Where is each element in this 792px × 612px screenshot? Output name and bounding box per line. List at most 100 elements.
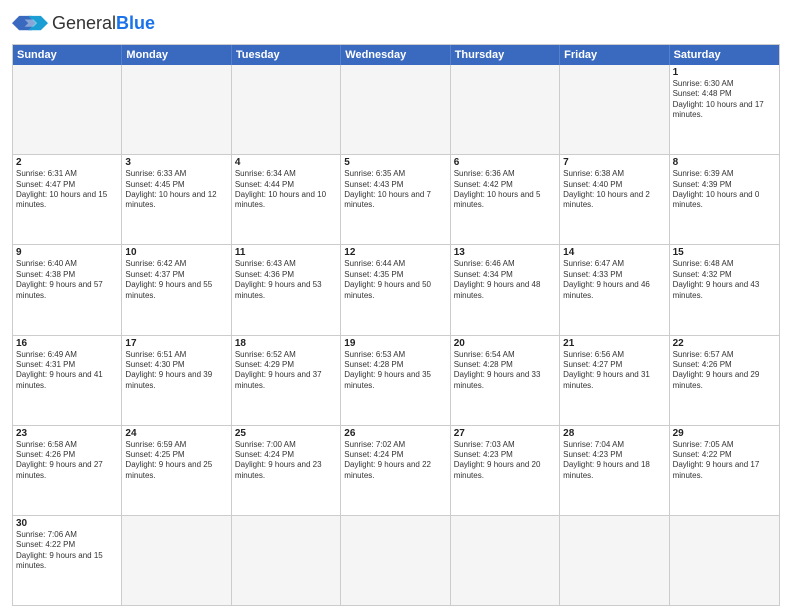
day-number: 4 bbox=[235, 157, 337, 168]
calendar-cell: 2Sunrise: 6:31 AM Sunset: 4:47 PM Daylig… bbox=[13, 155, 122, 244]
calendar-cell bbox=[122, 516, 231, 605]
cell-sun-info: Sunrise: 6:51 AM Sunset: 4:30 PM Dayligh… bbox=[125, 350, 227, 392]
day-number: 21 bbox=[563, 338, 665, 349]
header: GeneralBlue bbox=[12, 10, 780, 38]
calendar-row-1: 2Sunrise: 6:31 AM Sunset: 4:47 PM Daylig… bbox=[13, 154, 779, 244]
cell-sun-info: Sunrise: 6:57 AM Sunset: 4:26 PM Dayligh… bbox=[673, 350, 776, 392]
cell-sun-info: Sunrise: 6:53 AM Sunset: 4:28 PM Dayligh… bbox=[344, 350, 446, 392]
logo-text: GeneralBlue bbox=[52, 14, 155, 34]
cell-sun-info: Sunrise: 6:47 AM Sunset: 4:33 PM Dayligh… bbox=[563, 259, 665, 301]
calendar-cell bbox=[13, 65, 122, 154]
day-number: 19 bbox=[344, 338, 446, 349]
day-number: 29 bbox=[673, 428, 776, 439]
day-number: 15 bbox=[673, 247, 776, 258]
calendar-cell: 15Sunrise: 6:48 AM Sunset: 4:32 PM Dayli… bbox=[670, 245, 779, 334]
calendar-cell: 5Sunrise: 6:35 AM Sunset: 4:43 PM Daylig… bbox=[341, 155, 450, 244]
calendar-cell bbox=[232, 65, 341, 154]
calendar-cell bbox=[560, 65, 669, 154]
cell-sun-info: Sunrise: 6:54 AM Sunset: 4:28 PM Dayligh… bbox=[454, 350, 556, 392]
calendar-cell: 29Sunrise: 7:05 AM Sunset: 4:22 PM Dayli… bbox=[670, 426, 779, 515]
cell-sun-info: Sunrise: 6:43 AM Sunset: 4:36 PM Dayligh… bbox=[235, 259, 337, 301]
day-number: 13 bbox=[454, 247, 556, 258]
page: GeneralBlue SundayMondayTuesdayWednesday… bbox=[0, 0, 792, 612]
logo: GeneralBlue bbox=[12, 10, 155, 38]
calendar-cell: 4Sunrise: 6:34 AM Sunset: 4:44 PM Daylig… bbox=[232, 155, 341, 244]
calendar-cell bbox=[232, 516, 341, 605]
calendar-row-4: 23Sunrise: 6:58 AM Sunset: 4:26 PM Dayli… bbox=[13, 425, 779, 515]
cell-sun-info: Sunrise: 6:56 AM Sunset: 4:27 PM Dayligh… bbox=[563, 350, 665, 392]
cell-sun-info: Sunrise: 6:34 AM Sunset: 4:44 PM Dayligh… bbox=[235, 169, 337, 211]
day-number: 22 bbox=[673, 338, 776, 349]
calendar-row-0: 1Sunrise: 6:30 AM Sunset: 4:48 PM Daylig… bbox=[13, 65, 779, 154]
cell-sun-info: Sunrise: 6:46 AM Sunset: 4:34 PM Dayligh… bbox=[454, 259, 556, 301]
day-number: 2 bbox=[16, 157, 118, 168]
header-cell-saturday: Saturday bbox=[670, 45, 779, 65]
day-number: 18 bbox=[235, 338, 337, 349]
calendar-cell: 21Sunrise: 6:56 AM Sunset: 4:27 PM Dayli… bbox=[560, 336, 669, 425]
calendar-cell: 17Sunrise: 6:51 AM Sunset: 4:30 PM Dayli… bbox=[122, 336, 231, 425]
calendar-cell: 10Sunrise: 6:42 AM Sunset: 4:37 PM Dayli… bbox=[122, 245, 231, 334]
header-cell-friday: Friday bbox=[560, 45, 669, 65]
calendar-row-2: 9Sunrise: 6:40 AM Sunset: 4:38 PM Daylig… bbox=[13, 244, 779, 334]
cell-sun-info: Sunrise: 7:00 AM Sunset: 4:24 PM Dayligh… bbox=[235, 440, 337, 482]
calendar-cell: 16Sunrise: 6:49 AM Sunset: 4:31 PM Dayli… bbox=[13, 336, 122, 425]
day-number: 17 bbox=[125, 338, 227, 349]
day-number: 9 bbox=[16, 247, 118, 258]
cell-sun-info: Sunrise: 6:48 AM Sunset: 4:32 PM Dayligh… bbox=[673, 259, 776, 301]
cell-sun-info: Sunrise: 6:30 AM Sunset: 4:48 PM Dayligh… bbox=[673, 79, 776, 121]
day-number: 3 bbox=[125, 157, 227, 168]
calendar-cell: 14Sunrise: 6:47 AM Sunset: 4:33 PM Dayli… bbox=[560, 245, 669, 334]
cell-sun-info: Sunrise: 6:36 AM Sunset: 4:42 PM Dayligh… bbox=[454, 169, 556, 211]
calendar-cell: 23Sunrise: 6:58 AM Sunset: 4:26 PM Dayli… bbox=[13, 426, 122, 515]
header-cell-wednesday: Wednesday bbox=[341, 45, 450, 65]
cell-sun-info: Sunrise: 6:38 AM Sunset: 4:40 PM Dayligh… bbox=[563, 169, 665, 211]
day-number: 10 bbox=[125, 247, 227, 258]
day-number: 23 bbox=[16, 428, 118, 439]
cell-sun-info: Sunrise: 7:03 AM Sunset: 4:23 PM Dayligh… bbox=[454, 440, 556, 482]
day-number: 27 bbox=[454, 428, 556, 439]
cell-sun-info: Sunrise: 6:33 AM Sunset: 4:45 PM Dayligh… bbox=[125, 169, 227, 211]
day-number: 8 bbox=[673, 157, 776, 168]
calendar-cell bbox=[451, 516, 560, 605]
calendar-header: SundayMondayTuesdayWednesdayThursdayFrid… bbox=[13, 45, 779, 65]
calendar-cell bbox=[341, 516, 450, 605]
calendar-cell: 26Sunrise: 7:02 AM Sunset: 4:24 PM Dayli… bbox=[341, 426, 450, 515]
cell-sun-info: Sunrise: 6:39 AM Sunset: 4:39 PM Dayligh… bbox=[673, 169, 776, 211]
cell-sun-info: Sunrise: 6:40 AM Sunset: 4:38 PM Dayligh… bbox=[16, 259, 118, 301]
calendar-cell: 13Sunrise: 6:46 AM Sunset: 4:34 PM Dayli… bbox=[451, 245, 560, 334]
calendar-cell bbox=[341, 65, 450, 154]
calendar-cell bbox=[451, 65, 560, 154]
day-number: 11 bbox=[235, 247, 337, 258]
logo-icon bbox=[12, 10, 48, 38]
calendar-cell: 9Sunrise: 6:40 AM Sunset: 4:38 PM Daylig… bbox=[13, 245, 122, 334]
calendar-body: 1Sunrise: 6:30 AM Sunset: 4:48 PM Daylig… bbox=[13, 65, 779, 605]
day-number: 14 bbox=[563, 247, 665, 258]
cell-sun-info: Sunrise: 7:06 AM Sunset: 4:22 PM Dayligh… bbox=[16, 530, 118, 572]
calendar-cell: 7Sunrise: 6:38 AM Sunset: 4:40 PM Daylig… bbox=[560, 155, 669, 244]
calendar-cell: 27Sunrise: 7:03 AM Sunset: 4:23 PM Dayli… bbox=[451, 426, 560, 515]
cell-sun-info: Sunrise: 6:31 AM Sunset: 4:47 PM Dayligh… bbox=[16, 169, 118, 211]
day-number: 28 bbox=[563, 428, 665, 439]
calendar-cell: 12Sunrise: 6:44 AM Sunset: 4:35 PM Dayli… bbox=[341, 245, 450, 334]
calendar-cell: 24Sunrise: 6:59 AM Sunset: 4:25 PM Dayli… bbox=[122, 426, 231, 515]
cell-sun-info: Sunrise: 6:59 AM Sunset: 4:25 PM Dayligh… bbox=[125, 440, 227, 482]
day-number: 24 bbox=[125, 428, 227, 439]
calendar: SundayMondayTuesdayWednesdayThursdayFrid… bbox=[12, 44, 780, 606]
cell-sun-info: Sunrise: 6:58 AM Sunset: 4:26 PM Dayligh… bbox=[16, 440, 118, 482]
calendar-cell: 3Sunrise: 6:33 AM Sunset: 4:45 PM Daylig… bbox=[122, 155, 231, 244]
calendar-cell: 19Sunrise: 6:53 AM Sunset: 4:28 PM Dayli… bbox=[341, 336, 450, 425]
day-number: 30 bbox=[16, 518, 118, 529]
header-cell-monday: Monday bbox=[122, 45, 231, 65]
calendar-cell: 6Sunrise: 6:36 AM Sunset: 4:42 PM Daylig… bbox=[451, 155, 560, 244]
day-number: 7 bbox=[563, 157, 665, 168]
header-cell-thursday: Thursday bbox=[451, 45, 560, 65]
day-number: 6 bbox=[454, 157, 556, 168]
cell-sun-info: Sunrise: 6:49 AM Sunset: 4:31 PM Dayligh… bbox=[16, 350, 118, 392]
calendar-cell bbox=[122, 65, 231, 154]
cell-sun-info: Sunrise: 7:02 AM Sunset: 4:24 PM Dayligh… bbox=[344, 440, 446, 482]
header-cell-sunday: Sunday bbox=[13, 45, 122, 65]
day-number: 16 bbox=[16, 338, 118, 349]
calendar-cell: 8Sunrise: 6:39 AM Sunset: 4:39 PM Daylig… bbox=[670, 155, 779, 244]
cell-sun-info: Sunrise: 7:04 AM Sunset: 4:23 PM Dayligh… bbox=[563, 440, 665, 482]
cell-sun-info: Sunrise: 6:44 AM Sunset: 4:35 PM Dayligh… bbox=[344, 259, 446, 301]
